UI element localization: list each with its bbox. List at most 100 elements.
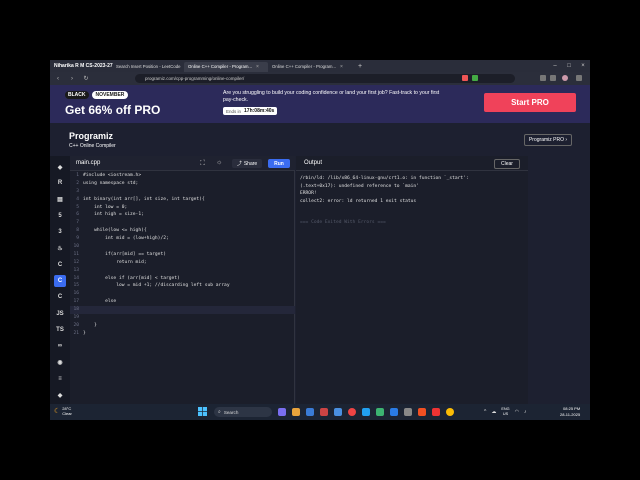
- app-icon[interactable]: [348, 408, 356, 416]
- code-line[interactable]: 11 if(arr[mid] == target): [70, 251, 295, 259]
- cpp-icon[interactable]: C: [54, 275, 66, 288]
- code-line[interactable]: 3: [70, 188, 295, 196]
- taskbar-search[interactable]: ⌕ Search: [214, 407, 272, 417]
- output-line: ERROR!: [300, 191, 317, 196]
- code-line[interactable]: 12 return mid;: [70, 259, 295, 267]
- line-code: #include <iostream.h>: [83, 173, 142, 178]
- profile-icon[interactable]: [562, 75, 568, 81]
- moon-icon: ☾: [54, 408, 61, 415]
- c-icon[interactable]: C: [54, 259, 66, 271]
- css-icon[interactable]: 3: [54, 226, 66, 238]
- chrome-icon[interactable]: [446, 408, 454, 416]
- programiz-pro-button[interactable]: Programiz PRO ›: [524, 134, 572, 146]
- app-icon[interactable]: [404, 408, 412, 416]
- file-explorer-icon[interactable]: [292, 408, 300, 416]
- app-icon[interactable]: [334, 408, 342, 416]
- line-number: 6: [76, 212, 79, 218]
- menu-icon[interactable]: [576, 75, 582, 81]
- maximize-icon[interactable]: □: [562, 60, 576, 72]
- start-pro-button[interactable]: Start PRO: [484, 93, 576, 112]
- downloads-icon[interactable]: [550, 75, 556, 81]
- clock[interactable]: 08:25 PM 28-11-2025: [560, 406, 580, 417]
- cloud-icon[interactable]: ☁: [491, 409, 496, 415]
- code-line[interactable]: 4 int binary(int arr[], int size, int tar…: [70, 196, 295, 204]
- page-title: C++ Online Compiler: [69, 143, 116, 149]
- rust-icon[interactable]: ◆: [54, 389, 66, 401]
- code-line[interactable]: 16: [70, 290, 295, 298]
- swift-icon[interactable]: ≡: [54, 373, 66, 385]
- code-line[interactable]: 18: [70, 306, 295, 315]
- extension-icon[interactable]: [472, 75, 478, 81]
- search-icon: ⌕: [218, 409, 221, 415]
- close-icon[interactable]: ×: [256, 64, 259, 70]
- sql-icon[interactable]: ▤: [54, 194, 66, 206]
- promo-headline: Get 66% off PRO: [65, 103, 161, 117]
- programiz-logo[interactable]: Programiz: [69, 131, 113, 141]
- sidebar-toggle-icon[interactable]: [540, 75, 546, 81]
- code-line[interactable]: 14 else if (arr[mid] < target): [70, 275, 295, 283]
- windows-start-icon[interactable]: [198, 407, 207, 416]
- language-indicator[interactable]: ENG US: [501, 407, 509, 416]
- back-icon[interactable]: ‹: [54, 76, 62, 82]
- code-line[interactable]: 20 }: [70, 322, 295, 330]
- editor-toolbar: main.cpp ⛶ ☼ ⤴ Share Run: [70, 156, 295, 171]
- close-icon[interactable]: ×: [340, 64, 343, 70]
- close-window-icon[interactable]: ×: [576, 60, 590, 72]
- app-icon[interactable]: [376, 408, 384, 416]
- code-line[interactable]: 7: [70, 219, 295, 227]
- java-icon[interactable]: ♨: [54, 243, 66, 255]
- forward-icon[interactable]: ›: [68, 76, 76, 82]
- tab-compiler-active[interactable]: Online C++ Compiler - Program... ×: [184, 61, 268, 72]
- code-line[interactable]: 8 while(low <= high){: [70, 227, 295, 235]
- line-code: else if (arr[mid] < target): [83, 275, 180, 281]
- js-icon[interactable]: JS: [54, 308, 66, 320]
- code-line[interactable]: 2 using namespace std;: [70, 180, 295, 188]
- tab-leetcode[interactable]: Search Insert Position - LeetCode ×: [112, 62, 184, 72]
- share-button[interactable]: ⤴ Share: [232, 159, 262, 168]
- minimize-icon[interactable]: –: [548, 60, 562, 72]
- code-line[interactable]: 19: [70, 314, 295, 322]
- task-view-icon[interactable]: [278, 408, 286, 416]
- volume-icon[interactable]: ♪: [524, 409, 527, 415]
- weather-widget[interactable]: ☾ 28°C Clear: [54, 406, 72, 416]
- new-tab-icon[interactable]: +: [352, 63, 368, 70]
- app-icon[interactable]: [432, 408, 440, 416]
- code-line[interactable]: 5 int low = 0;: [70, 204, 295, 212]
- code-line[interactable]: 10: [70, 243, 295, 251]
- code-line[interactable]: 17 else: [70, 298, 295, 306]
- fullscreen-icon[interactable]: ⛶: [200, 160, 205, 168]
- code-line[interactable]: 13: [70, 267, 295, 275]
- ts-icon[interactable]: TS: [54, 324, 66, 336]
- r-icon[interactable]: R: [54, 177, 66, 189]
- code-line[interactable]: 15 low = mid +1; //discarding left sub a…: [70, 282, 295, 290]
- wifi-icon[interactable]: ◠: [515, 409, 519, 415]
- app-icon[interactable]: [306, 408, 314, 416]
- reload-icon[interactable]: ↻: [82, 75, 90, 82]
- brave-icon[interactable]: [418, 408, 426, 416]
- code-line[interactable]: 21}: [70, 330, 295, 338]
- code-line[interactable]: 9 int mid = (low+high)/2;: [70, 235, 295, 243]
- edge-icon[interactable]: [362, 408, 370, 416]
- line-code: while(low <= high){: [83, 228, 147, 234]
- theme-toggle-icon[interactable]: ☼: [216, 159, 222, 166]
- code-line[interactable]: 1 #include <iostream.h>: [70, 172, 295, 180]
- file-tab[interactable]: main.cpp: [76, 160, 100, 166]
- clear-button[interactable]: Clear: [494, 159, 520, 169]
- python-icon[interactable]: ◆: [54, 161, 66, 173]
- html-icon[interactable]: 5: [54, 210, 66, 222]
- extension-icon[interactable]: [462, 75, 468, 81]
- line-number: 11: [73, 251, 79, 257]
- tab-compiler[interactable]: Online C++ Compiler - Program... ×: [268, 62, 352, 72]
- vscode-icon[interactable]: [390, 408, 398, 416]
- run-button[interactable]: Run: [268, 159, 290, 168]
- line-number: 15: [73, 283, 79, 289]
- chevron-up-icon[interactable]: ^: [484, 409, 486, 415]
- promo-banner: BLACK NOVEMBER Get 66% off PRO Are you s…: [50, 85, 590, 123]
- csharp-icon[interactable]: C: [54, 291, 66, 303]
- code-line[interactable]: 6 int high = size-1;: [70, 211, 295, 219]
- url-field[interactable]: programiz.com/cpp-programming/online-com…: [135, 74, 515, 83]
- go-icon[interactable]: ∞: [54, 340, 66, 352]
- php-icon[interactable]: ◉: [54, 357, 66, 369]
- app-icon[interactable]: [320, 408, 328, 416]
- code-area[interactable]: 1 #include <iostream.h> 2 using namespace s…: [70, 172, 295, 338]
